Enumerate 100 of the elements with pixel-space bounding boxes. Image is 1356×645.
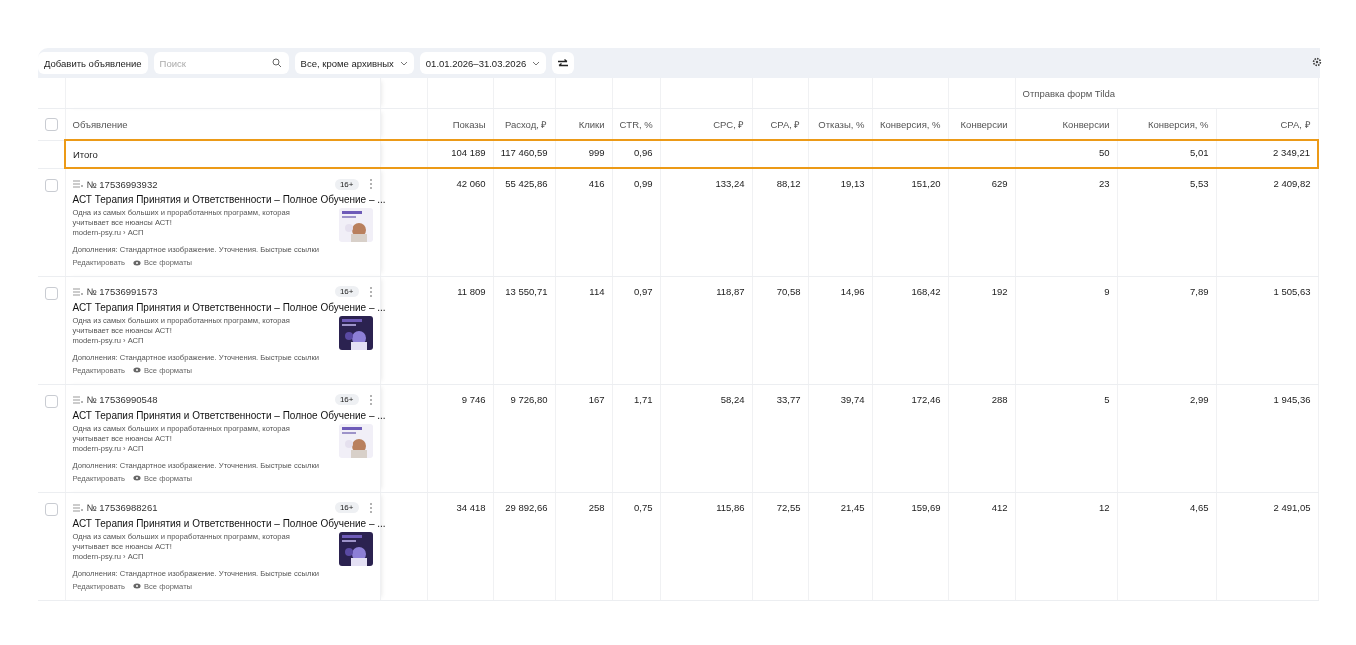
checkbox[interactable] (45, 286, 58, 300)
table-cell: 21,45 (808, 492, 872, 600)
chevron-down-icon (532, 60, 541, 66)
more-icon[interactable] (368, 178, 373, 190)
column-header: Клики (555, 108, 612, 140)
table-cell: 9 726,80 (493, 384, 555, 492)
table-cell: 2 349,21 (1216, 140, 1318, 168)
table-cell: 4,65 (1117, 492, 1216, 600)
table-cell: 72,55 (752, 492, 808, 600)
table-cell: 70,58 (752, 276, 808, 384)
settings-icon[interactable] (1312, 57, 1322, 67)
table-cell: 2 409,82 (1216, 168, 1318, 276)
total-label: Итого (65, 140, 380, 168)
table-cell: 50 (1015, 140, 1117, 168)
table-cell: 0,75 (612, 492, 660, 600)
column-header: Конверсия, % (872, 108, 948, 140)
table-cell: 13 550,71 (493, 276, 555, 384)
search-field[interactable]: Поиск (153, 52, 289, 74)
table-cell: 5,01 (1117, 140, 1216, 168)
table-cell: 88,12 (752, 168, 808, 276)
table-cell: 151,20 (872, 168, 948, 276)
more-icon[interactable] (368, 393, 373, 406)
checkbox[interactable] (45, 117, 58, 131)
table-cell: 167 (555, 384, 612, 492)
table-cell: 29 892,66 (493, 492, 555, 600)
list-icon (72, 180, 83, 188)
table-cell: 118,87 (660, 276, 752, 384)
table-cell: 1,71 (612, 384, 660, 492)
ad-number: № 17536993932 (86, 178, 158, 190)
table-cell: 258 (555, 492, 612, 600)
table-cell: 172,46 (872, 384, 948, 492)
table-cell: 117 460,59 (493, 140, 555, 168)
add-ad-button[interactable]: Добавить объявление (38, 52, 148, 74)
column-header: Конверсии (948, 108, 1015, 140)
table-cell: 11 809 (427, 276, 493, 384)
table-cell: 23 (1015, 168, 1117, 276)
list-icon (72, 503, 83, 512)
table-cell: 58,24 (660, 384, 752, 492)
age-rating: 16+ (334, 394, 359, 405)
table-cell: 14,96 (808, 276, 872, 384)
ad-title: АСТ Терапия Принятия и Ответственности – Полное Обучение – ... (72, 301, 386, 313)
table-cell: 33,77 (752, 384, 808, 492)
checkbox[interactable] (45, 394, 58, 408)
checkbox[interactable] (45, 178, 58, 192)
ad-number: № 17536988261 (86, 502, 158, 513)
table-cell: 0,97 (612, 276, 660, 384)
table-cell: 7,89 (1117, 276, 1216, 384)
table-cell: 999 (555, 140, 612, 168)
table-cell: 159,69 (872, 492, 948, 600)
table-cell: 114 (555, 276, 612, 384)
column-header: Объявление (65, 108, 380, 140)
age-rating: 16+ (334, 286, 359, 297)
swap-button[interactable] (552, 52, 575, 74)
list-icon (72, 287, 83, 296)
ad-number: № 17536990548 (86, 394, 158, 405)
column-header: Конверсия, % (1117, 108, 1216, 140)
table-cell: 55 425,86 (493, 168, 555, 276)
checkbox[interactable] (45, 502, 58, 516)
eye-icon (132, 259, 141, 266)
column-header: Отказы, % (808, 108, 872, 140)
table-cell: 168,42 (872, 276, 948, 384)
table-cell: 1 945,36 (1216, 384, 1318, 492)
table-cell: 629 (948, 168, 1015, 276)
table-cell: 412 (948, 492, 1015, 600)
table-cell: 0,96 (612, 140, 660, 168)
ad-title: АСТ Терапия Принятия и Ответственности – Полное Обучение – ... (72, 409, 386, 421)
more-icon[interactable] (368, 285, 373, 298)
table-cell: 0,99 (612, 168, 660, 276)
table-cell: 104 189 (427, 140, 493, 168)
ad-title: АСТ Терапия Принятия и Ответственности – Полное Обучение – ... (72, 517, 386, 529)
column-header: CPC, ₽ (660, 108, 752, 140)
table-cell: 12 (1015, 492, 1117, 600)
table-cell: 133,24 (660, 168, 752, 276)
table-cell: 1 505,63 (1216, 276, 1318, 384)
search-icon (271, 58, 282, 68)
table-cell: 39,74 (808, 384, 872, 492)
list-icon (72, 395, 83, 404)
column-header: CPA, ₽ (1216, 108, 1318, 140)
age-rating: 16+ (334, 178, 359, 190)
column-header: Показы (427, 108, 493, 140)
more-icon[interactable] (368, 501, 373, 514)
table-cell: 34 418 (427, 492, 493, 600)
eye-icon (132, 475, 141, 481)
table-cell: 5 (1015, 384, 1117, 492)
column-header: CTR, % (612, 108, 660, 140)
table-cell: 2 491,05 (1216, 492, 1318, 600)
table-cell: 9 746 (427, 384, 493, 492)
table-cell: 416 (555, 168, 612, 276)
column-group-header: Отправка форм Tilda (1015, 78, 1318, 109)
column-header: CPA, ₽ (752, 108, 808, 140)
chevron-down-icon (399, 60, 408, 66)
eye-icon (132, 367, 141, 373)
ad-title: АСТ Терапия Принятия и Ответственности – Полное Обучение – ... (72, 194, 386, 205)
status-dropdown[interactable]: Все, кроме архивных (294, 52, 414, 74)
table-cell: 115,86 (660, 492, 752, 600)
eye-icon (132, 583, 141, 589)
table-cell: 288 (948, 384, 1015, 492)
date-range-dropdown[interactable]: 01.01.2026–31.03.2026 (419, 52, 547, 74)
table-cell: 9 (1015, 276, 1117, 384)
table-cell: 42 060 (427, 168, 493, 276)
